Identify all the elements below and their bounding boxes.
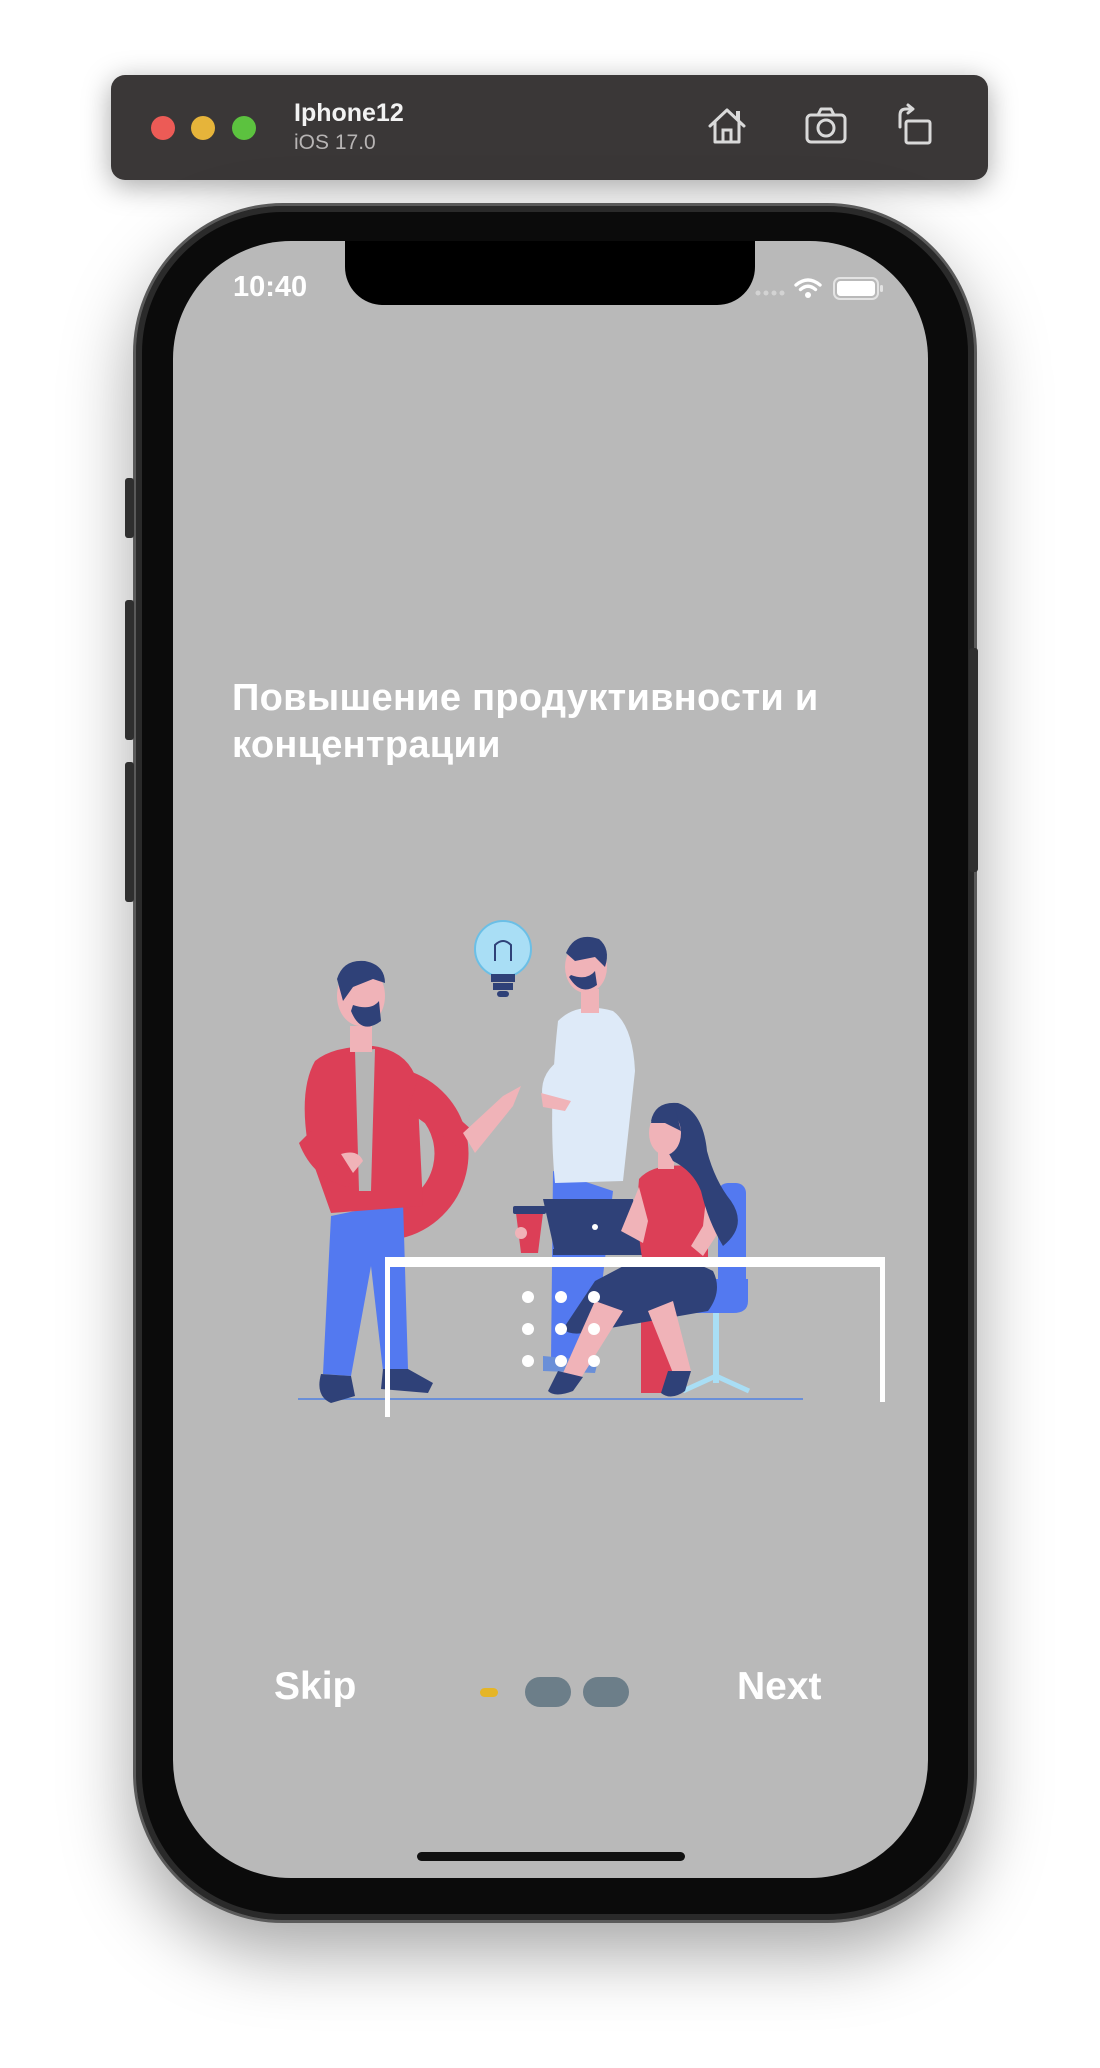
phone-screen: 10:40 Повышение продуктивности и концент… — [173, 241, 928, 1878]
lightbulb-icon — [474, 920, 532, 997]
camera-icon[interactable] — [799, 99, 853, 153]
coffee-cup-icon — [513, 1206, 546, 1253]
skip-button[interactable]: Skip — [274, 1665, 356, 1709]
onboarding-nav: Skip Next — [173, 1661, 928, 1721]
signal-icon — [755, 290, 785, 296]
onboarding-headline: Повышение продуктивности и концентрации — [232, 677, 819, 766]
man-red-shirt — [299, 960, 521, 1403]
page-indicator-1-active[interactable] — [480, 1688, 498, 1697]
device-name: Iphone12 — [294, 99, 404, 127]
notch — [345, 241, 755, 305]
close-window-button[interactable] — [151, 116, 175, 140]
os-version: iOS 17.0 — [294, 131, 376, 154]
team-collaboration-illustration — [203, 861, 903, 1421]
status-icons — [752, 273, 892, 308]
zoom-window-button[interactable] — [232, 116, 256, 140]
volume-up-button — [125, 600, 134, 740]
rotate-icon[interactable] — [888, 99, 942, 153]
simulator-toolbar: Iphone12 iOS 17.0 — [111, 75, 988, 180]
home-icon[interactable] — [700, 99, 754, 153]
minimize-window-button[interactable] — [191, 116, 215, 140]
page-indicator-2[interactable] — [525, 1677, 571, 1707]
power-button — [969, 648, 978, 872]
battery-icon — [833, 277, 883, 300]
status-time: 10:40 — [233, 271, 308, 303]
mute-switch — [125, 478, 134, 538]
home-indicator[interactable] — [417, 1852, 685, 1861]
page-indicator-3[interactable] — [583, 1677, 629, 1707]
volume-down-button — [125, 762, 134, 902]
wifi-icon — [794, 278, 822, 298]
next-button[interactable]: Next — [737, 1665, 822, 1709]
